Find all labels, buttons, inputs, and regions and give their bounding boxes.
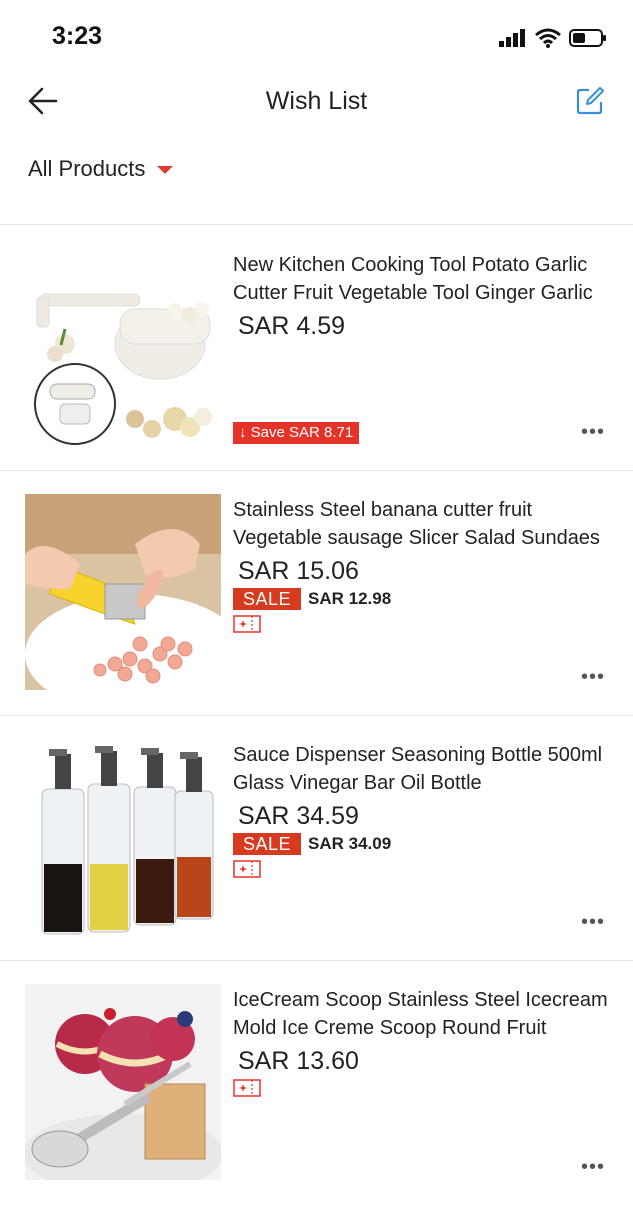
product-image[interactable] [25,984,221,1180]
product-card[interactable]: New Kitchen Cooking Tool Potato Garlic C… [0,225,633,471]
coupon-icon [233,1079,261,1097]
product-title[interactable]: New Kitchen Cooking Tool Potato Garlic C… [233,251,613,307]
caret-down-icon [157,166,174,174]
status-time: 3:23 [52,22,103,50]
sale-badge: SALE [233,833,302,855]
product-image[interactable] [25,249,221,445]
product-price: SAR 15.06 [238,557,359,585]
product-price: SAR 4.59 [238,312,346,340]
sale-badge: SALE [233,588,302,610]
product-image[interactable] [25,739,221,935]
product-card[interactable]: Sauce Dispenser Seasoning Bottle 500ml G… [0,715,633,961]
more-dots-icon[interactable]: ••• [581,422,605,442]
product-title[interactable]: Stainless Steel banana cutter fruit Vege… [233,496,613,552]
sale-row: SALE SAR 34.09 [233,833,391,855]
sale-row: SALE SAR 12.98 [233,588,391,610]
product-title[interactable]: Sauce Dispenser Seasoning Bottle 500ml G… [233,741,613,797]
sale-price: SAR 12.98 [308,589,392,608]
coupon-icon [233,615,261,633]
header: Wish List [0,72,633,132]
status-bar: 3:23 [0,0,633,72]
battery-icon [569,29,606,47]
product-price: SAR 13.60 [238,1047,359,1075]
coupon-icon [233,860,261,878]
signal-icon [499,29,525,47]
page-title: Wish List [265,87,368,115]
more-dots-icon[interactable]: ••• [581,667,605,687]
status-icons [499,26,607,50]
more-dots-icon[interactable]: ••• [581,912,605,932]
wifi-icon [535,28,561,48]
product-title[interactable]: IceCream Scoop Stainless Steel Icecream … [233,986,613,1042]
edit-icon[interactable] [575,86,605,116]
save-badge: ↓ Save SAR 8.71 [233,422,360,444]
sale-price: SAR 34.09 [308,834,392,853]
product-price: SAR 34.59 [238,802,359,830]
filter-dropdown[interactable]: All Products [28,156,174,182]
more-dots-icon[interactable]: ••• [581,1157,605,1177]
product-card[interactable]: IceCream Scoop Stainless Steel Icecream … [0,960,633,1205]
filter-label: All Products [28,156,146,181]
product-card[interactable]: Stainless Steel banana cutter fruit Vege… [0,470,633,716]
product-image[interactable] [25,494,221,690]
